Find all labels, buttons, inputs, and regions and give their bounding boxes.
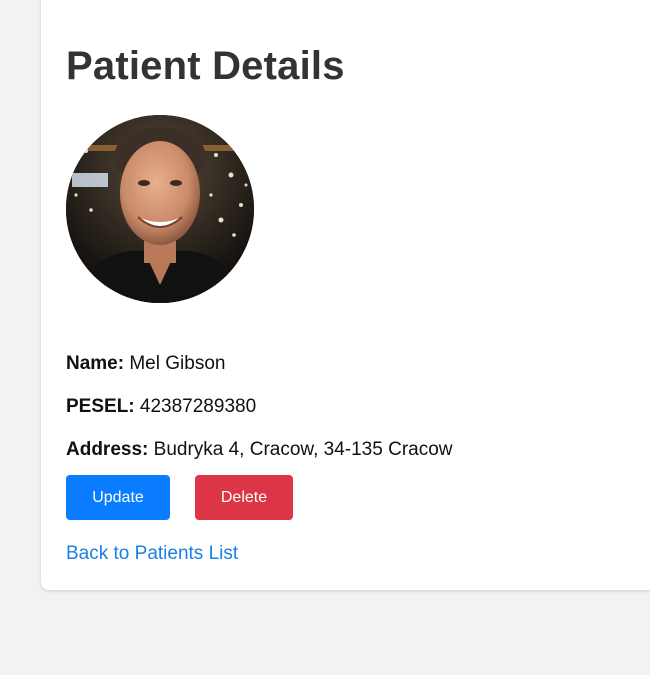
patient-name-field: Name: Mel Gibson (66, 353, 225, 375)
update-button[interactable]: Update (66, 475, 170, 520)
delete-button[interactable]: Delete (195, 475, 293, 520)
pesel-label: PESEL: (66, 396, 135, 417)
back-to-patients-link[interactable]: Back to Patients List (66, 543, 238, 565)
pesel-value: 42387289380 (139, 396, 257, 417)
address-value: Budryka 4, Cracow, 34-135 Cracow (153, 439, 453, 460)
patient-address-field: Address: Budryka 4, Cracow, 34-135 Craco… (66, 439, 453, 461)
patient-pesel-field: PESEL: 42387289380 (66, 396, 256, 418)
name-label: Name: (66, 353, 125, 374)
page-title: Patient Details (66, 44, 345, 88)
address-label: Address: (66, 439, 149, 460)
patient-photo (66, 115, 254, 303)
name-value: Mel Gibson (129, 353, 226, 374)
